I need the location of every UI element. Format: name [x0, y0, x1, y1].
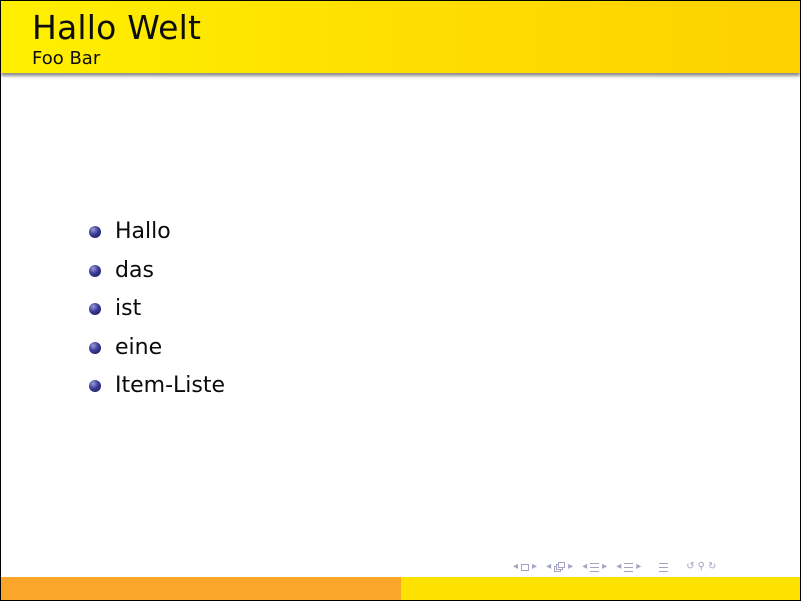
bullet-icon [89, 303, 101, 315]
nav-next-frame-icon[interactable]: ▸ [568, 559, 573, 575]
nav-prev-frame-icon[interactable]: ◂ [546, 559, 551, 575]
list-item: Item-Liste [89, 369, 225, 408]
list-item-label: eine [115, 334, 163, 360]
nav-section-icon[interactable] [624, 562, 634, 572]
list-item-label: das [115, 257, 154, 283]
list-item-label: ist [115, 296, 142, 321]
bullet-icon [89, 226, 101, 238]
nav-search-icon[interactable]: ⚲ [698, 559, 705, 575]
nav-slide-icon[interactable] [521, 563, 530, 571]
list-item: das [89, 254, 225, 293]
navigation-bar: ◂ ▸ ◂ ▸ ◂ ▸ ◂ ▸ ↺ ⚲ ↻ [513, 559, 716, 575]
nav-forward-icon[interactable]: ↻ [708, 559, 716, 575]
list-item: ist [89, 292, 225, 331]
slide: Hallo Welt Foo Bar Hallo das ist eine It… [0, 0, 801, 601]
nav-appendix-icon[interactable] [659, 562, 669, 572]
item-list: Hallo das ist eine Item-Liste [89, 215, 225, 408]
nav-subsection-icon[interactable] [590, 562, 600, 572]
list-item-label: Hallo [115, 219, 171, 244]
list-item: Hallo [89, 215, 225, 254]
nav-back-icon[interactable]: ↺ [686, 559, 694, 575]
list-item-label: Item-Liste [115, 373, 226, 398]
bullet-icon [89, 380, 101, 392]
footer-right-bar [401, 577, 800, 600]
list-item: eine [89, 331, 225, 370]
bullet-icon [89, 341, 101, 354]
nav-prev-section-icon[interactable]: ◂ [616, 559, 621, 575]
slide-title: Hallo Welt [32, 8, 202, 47]
bullet-icon [89, 264, 101, 277]
nav-prev-slide-icon[interactable]: ◂ [513, 559, 518, 575]
nav-frame-icon[interactable] [554, 562, 566, 572]
header-bar: Hallo Welt Foo Bar [1, 1, 800, 73]
slide-subtitle: Foo Bar [32, 48, 101, 69]
nav-next-subsection-icon[interactable]: ▸ [602, 559, 607, 575]
nav-prev-subsection-icon[interactable]: ◂ [582, 559, 587, 575]
nav-next-section-icon[interactable]: ▸ [636, 559, 641, 575]
nav-next-slide-icon[interactable]: ▸ [532, 559, 537, 575]
footer-left-bar [1, 577, 401, 600]
